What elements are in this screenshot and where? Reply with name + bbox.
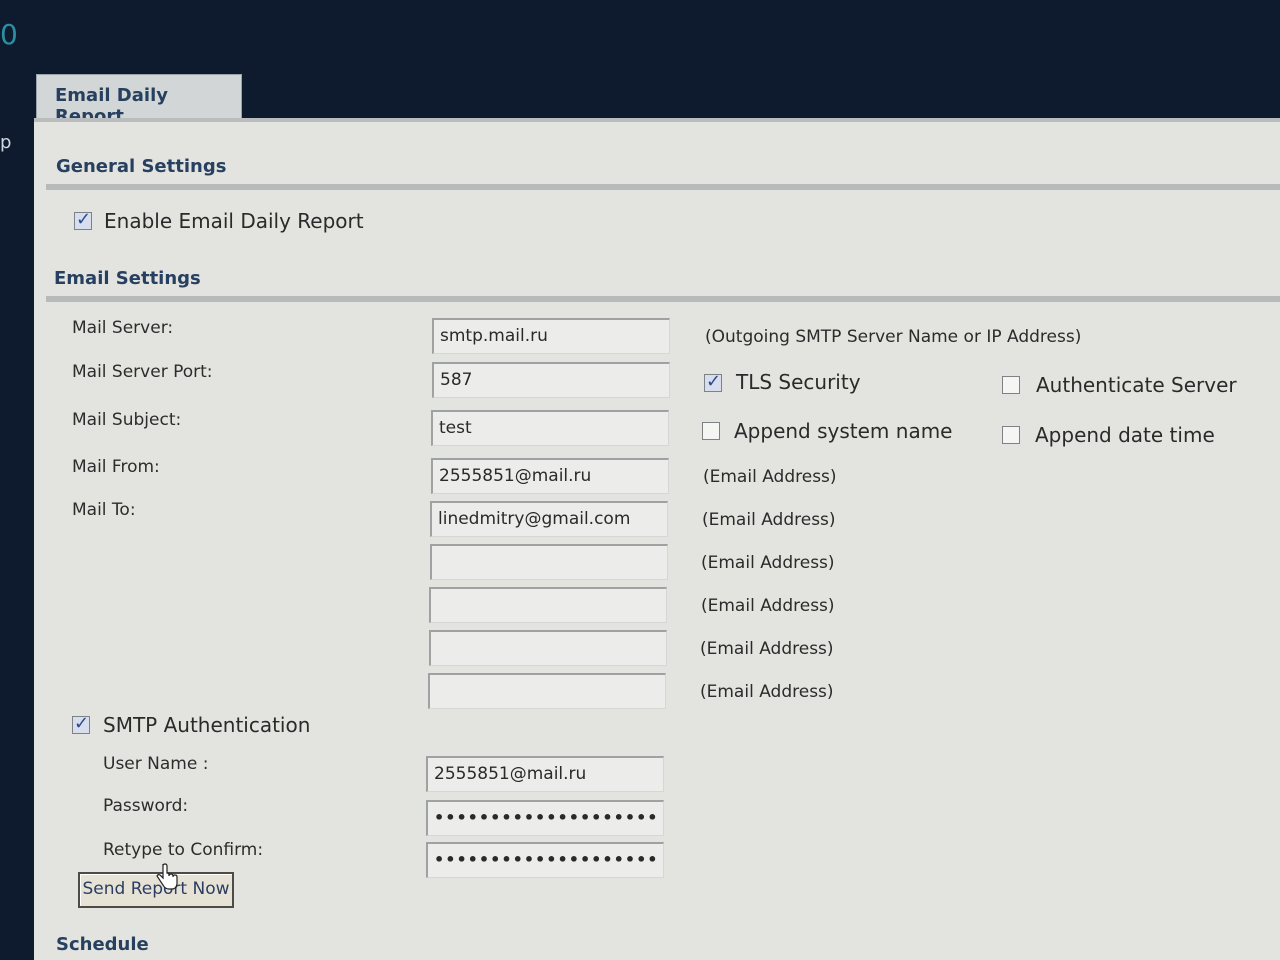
schedule-title: Schedule	[56, 934, 149, 955]
mail-to-hint-3: (Email Address)	[701, 596, 835, 616]
enable-report-label: Enable Email Daily Report	[104, 209, 364, 233]
append-date-time-label: Append date time	[1035, 423, 1215, 447]
username-label: User Name :	[103, 754, 209, 774]
hand-cursor-icon	[156, 863, 178, 890]
general-settings-title: General Settings	[56, 156, 227, 177]
mail-server-input[interactable]: smtp.mail.ru	[432, 318, 670, 354]
append-date-time-checkbox[interactable]	[1002, 426, 1020, 444]
tab-email-daily-report[interactable]: Email Daily Report	[36, 74, 242, 127]
mail-server-label: Mail Server:	[72, 318, 174, 338]
authenticate-server-label: Authenticate Server	[1036, 373, 1237, 397]
smtp-auth-checkbox[interactable]: ✓	[72, 713, 90, 734]
mail-to-hint-4: (Email Address)	[700, 639, 834, 659]
checkmark-icon: ✓	[74, 713, 90, 734]
mail-subject-input[interactable]: test	[431, 410, 669, 446]
tls-security-label: TLS Security	[736, 370, 861, 394]
authenticate-server-checkbox[interactable]	[1002, 376, 1020, 394]
confirm-password-label: Retype to Confirm:	[103, 840, 264, 860]
mail-from-label: Mail From:	[72, 457, 160, 477]
mail-port-input[interactable]: 587	[432, 362, 670, 398]
enable-report-checkbox[interactable]: ✓	[74, 209, 92, 230]
email-settings-divider	[46, 296, 1280, 302]
username-input[interactable]: 2555851@mail.ru	[426, 756, 664, 792]
append-system-name-checkbox[interactable]	[702, 422, 720, 440]
mail-to-hint-1: (Email Address)	[702, 510, 836, 530]
mail-to-input-5[interactable]	[428, 673, 666, 709]
mail-to-input-4[interactable]	[429, 630, 667, 666]
settings-panel: General Settings ✓ Enable Email Daily Re…	[34, 118, 1280, 960]
mail-port-label: Mail Server Port:	[72, 362, 213, 382]
general-settings-divider	[46, 184, 1280, 190]
mail-to-label: Mail To:	[72, 500, 136, 520]
email-settings-title: Email Settings	[54, 268, 201, 289]
checkmark-icon: ✓	[706, 371, 722, 392]
confirm-password-input[interactable]: ••••••••••••••••••••	[426, 842, 664, 878]
side-letter: p	[0, 132, 12, 153]
mail-from-input[interactable]: 2555851@mail.ru	[431, 458, 669, 494]
password-input[interactable]: ••••••••••••••••••••	[426, 800, 664, 836]
mail-to-input-2[interactable]	[430, 544, 668, 580]
smtp-auth-label: SMTP Authentication	[103, 713, 311, 737]
mail-to-input-1[interactable]: linedmitry@gmail.com	[430, 501, 668, 537]
mail-to-hint-2: (Email Address)	[701, 553, 835, 573]
mail-subject-label: Mail Subject:	[72, 410, 182, 430]
corner-number: 0	[0, 18, 18, 51]
mail-from-hint: (Email Address)	[703, 467, 837, 487]
mail-to-input-3[interactable]	[429, 587, 667, 623]
password-label: Password:	[103, 796, 189, 816]
mail-to-hint-5: (Email Address)	[700, 682, 834, 702]
append-system-name-label: Append system name	[734, 419, 953, 443]
checkmark-icon: ✓	[76, 209, 92, 230]
tls-security-checkbox[interactable]: ✓	[704, 371, 722, 392]
mail-server-hint: (Outgoing SMTP Server Name or IP Address…	[705, 327, 1082, 347]
